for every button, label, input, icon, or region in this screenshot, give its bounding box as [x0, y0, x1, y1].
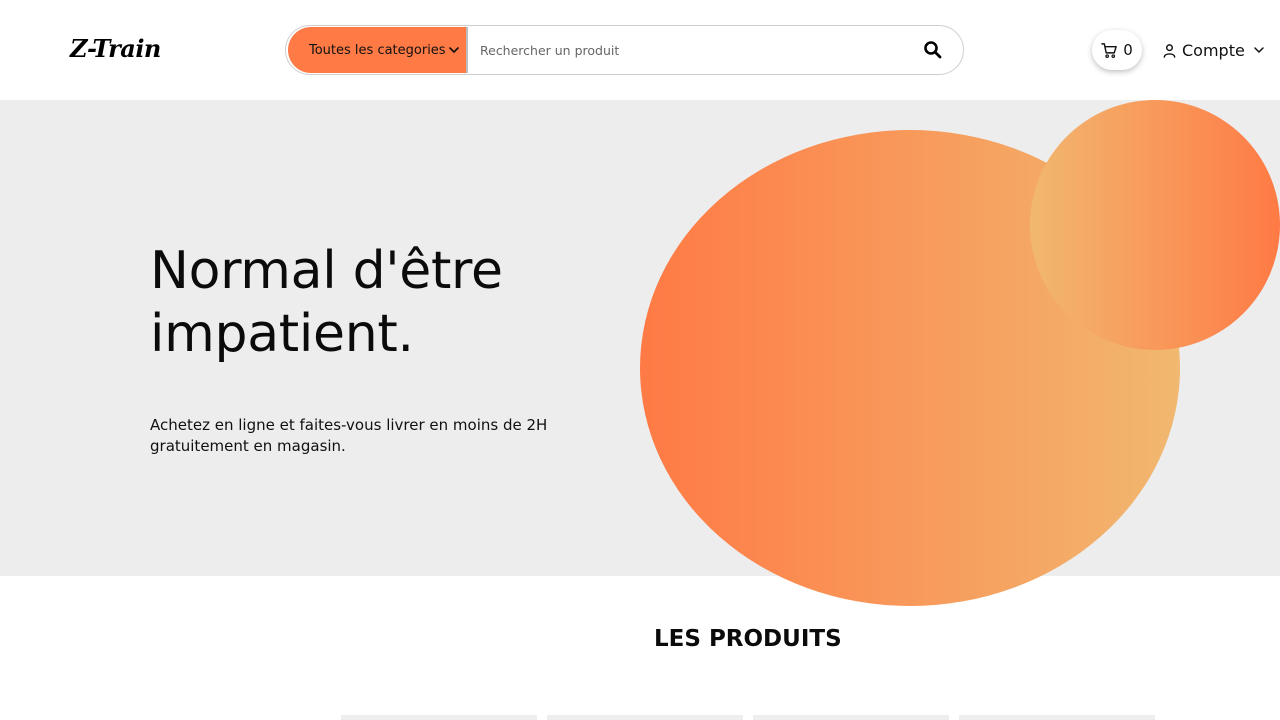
hero-decorative-circle-small — [1030, 100, 1280, 350]
category-select-label: Toutes les categories — [309, 42, 446, 58]
hero-title-line1: Normal d'être — [150, 241, 503, 301]
cart-button[interactable]: 0 — [1092, 30, 1142, 70]
search-icon[interactable] — [923, 40, 943, 60]
account-label: Compte — [1182, 40, 1245, 60]
hero-subtitle: Achetez en ligne et faites-vous livrer e… — [150, 415, 570, 457]
product-card[interactable] — [959, 715, 1155, 720]
site-header: Z-Train Toutes les categories 0 Compte — [0, 0, 1280, 100]
search-input[interactable] — [470, 27, 910, 73]
cart-count: 0 — [1123, 41, 1133, 59]
hero-title: Normal d'être impatient. — [150, 240, 620, 366]
category-select[interactable]: Toutes les categories — [288, 27, 468, 73]
chevron-down-icon — [449, 47, 459, 53]
user-icon — [1163, 43, 1176, 58]
products-title: LES PRODUITS — [654, 626, 842, 652]
chevron-down-icon — [1254, 47, 1264, 53]
product-card[interactable] — [753, 715, 949, 720]
search-bar: Toutes les categories — [285, 25, 964, 75]
product-card[interactable] — [341, 715, 537, 720]
cart-icon — [1101, 42, 1118, 58]
account-menu[interactable]: Compte — [1162, 38, 1265, 62]
product-card[interactable] — [547, 715, 743, 720]
hero-subtitle-line1: Achetez en ligne et faites-vous livrer e… — [150, 416, 548, 434]
hero-subtitle-line2: gratuitement en magasin. — [150, 437, 346, 455]
logo[interactable]: Z-Train — [70, 34, 161, 63]
hero-title-line2: impatient. — [150, 304, 414, 364]
